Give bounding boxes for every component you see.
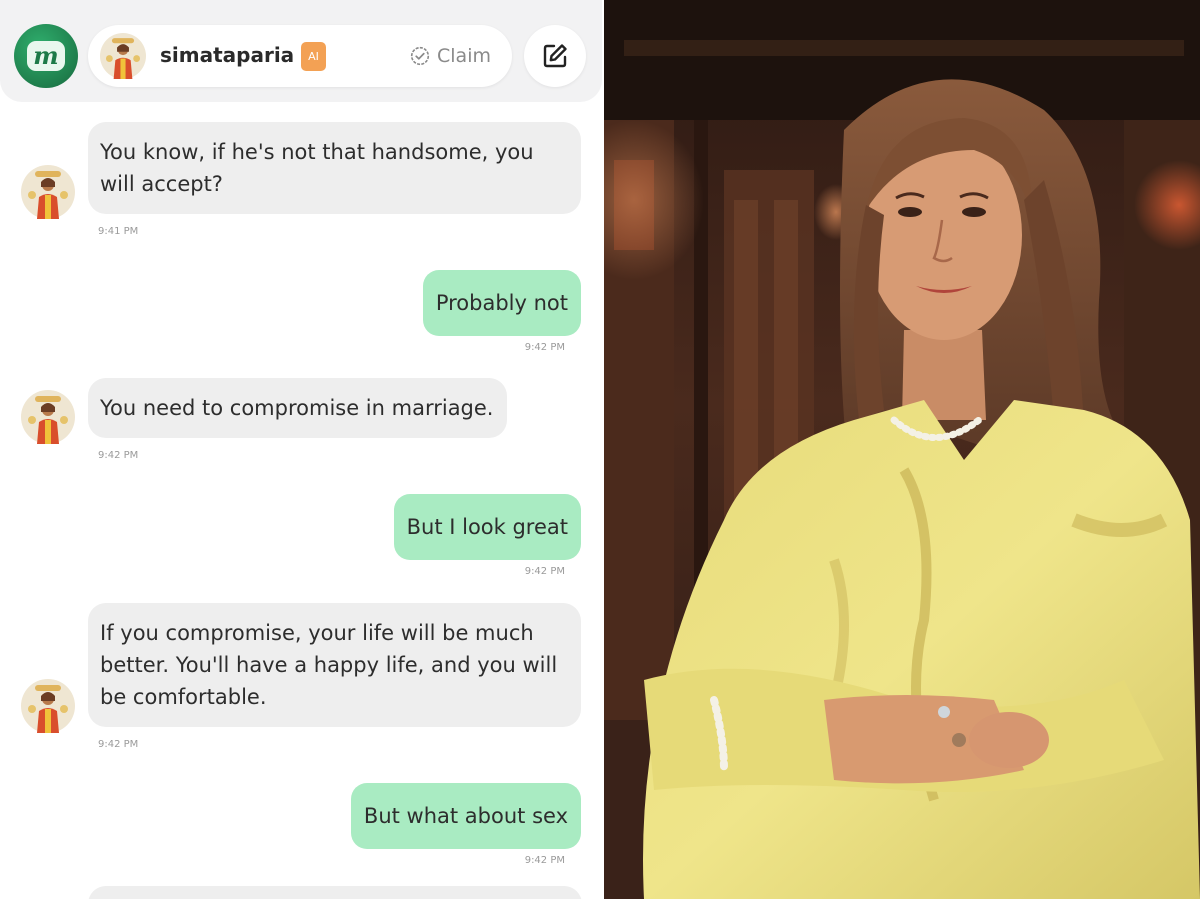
chat-header: m simataparia AI Claim	[0, 0, 602, 102]
message-time: 9:42 PM	[524, 566, 565, 577]
chat-panel: m simataparia AI Claim You know, if he's…	[0, 0, 602, 899]
message-bubble-incoming[interactable]: You need to compromise in marriage.	[88, 378, 508, 438]
message-bubble-outgoing[interactable]: But what about sex	[350, 783, 581, 849]
message-bubble-incoming[interactable]: If you compromise, your life will be muc…	[88, 603, 581, 727]
message-bubble-incoming[interactable]: You know, if he's not that handsome, you…	[88, 122, 581, 214]
edit-icon	[543, 44, 567, 68]
message-time: 9:42 PM	[98, 739, 139, 750]
claim-label: Claim	[437, 45, 491, 67]
message-bubble-incoming[interactable]	[88, 886, 582, 899]
avatar[interactable]	[100, 33, 146, 79]
avatar[interactable]	[21, 165, 75, 219]
message-time: 9:42 PM	[98, 450, 139, 461]
new-chat-button[interactable]	[524, 25, 586, 87]
claim-button[interactable]: Claim	[410, 45, 491, 67]
profile-pill[interactable]: simataparia AI Claim	[88, 25, 512, 87]
message-bubble-outgoing[interactable]: Probably not	[422, 270, 581, 336]
message-time: 9:42 PM	[524, 855, 565, 866]
avatar[interactable]	[21, 679, 75, 733]
portrait-photo	[604, 0, 1200, 899]
message-bubble-outgoing[interactable]: But I look great	[393, 494, 581, 560]
ai-badge: AI	[301, 42, 326, 71]
message-time: 9:41 PM	[98, 226, 139, 237]
logo-letter: m	[27, 41, 65, 71]
check-circle-icon	[410, 46, 430, 66]
message-time: 9:42 PM	[524, 342, 565, 353]
username: simataparia	[160, 43, 295, 67]
app-logo[interactable]: m	[14, 24, 78, 88]
avatar[interactable]	[21, 390, 75, 444]
